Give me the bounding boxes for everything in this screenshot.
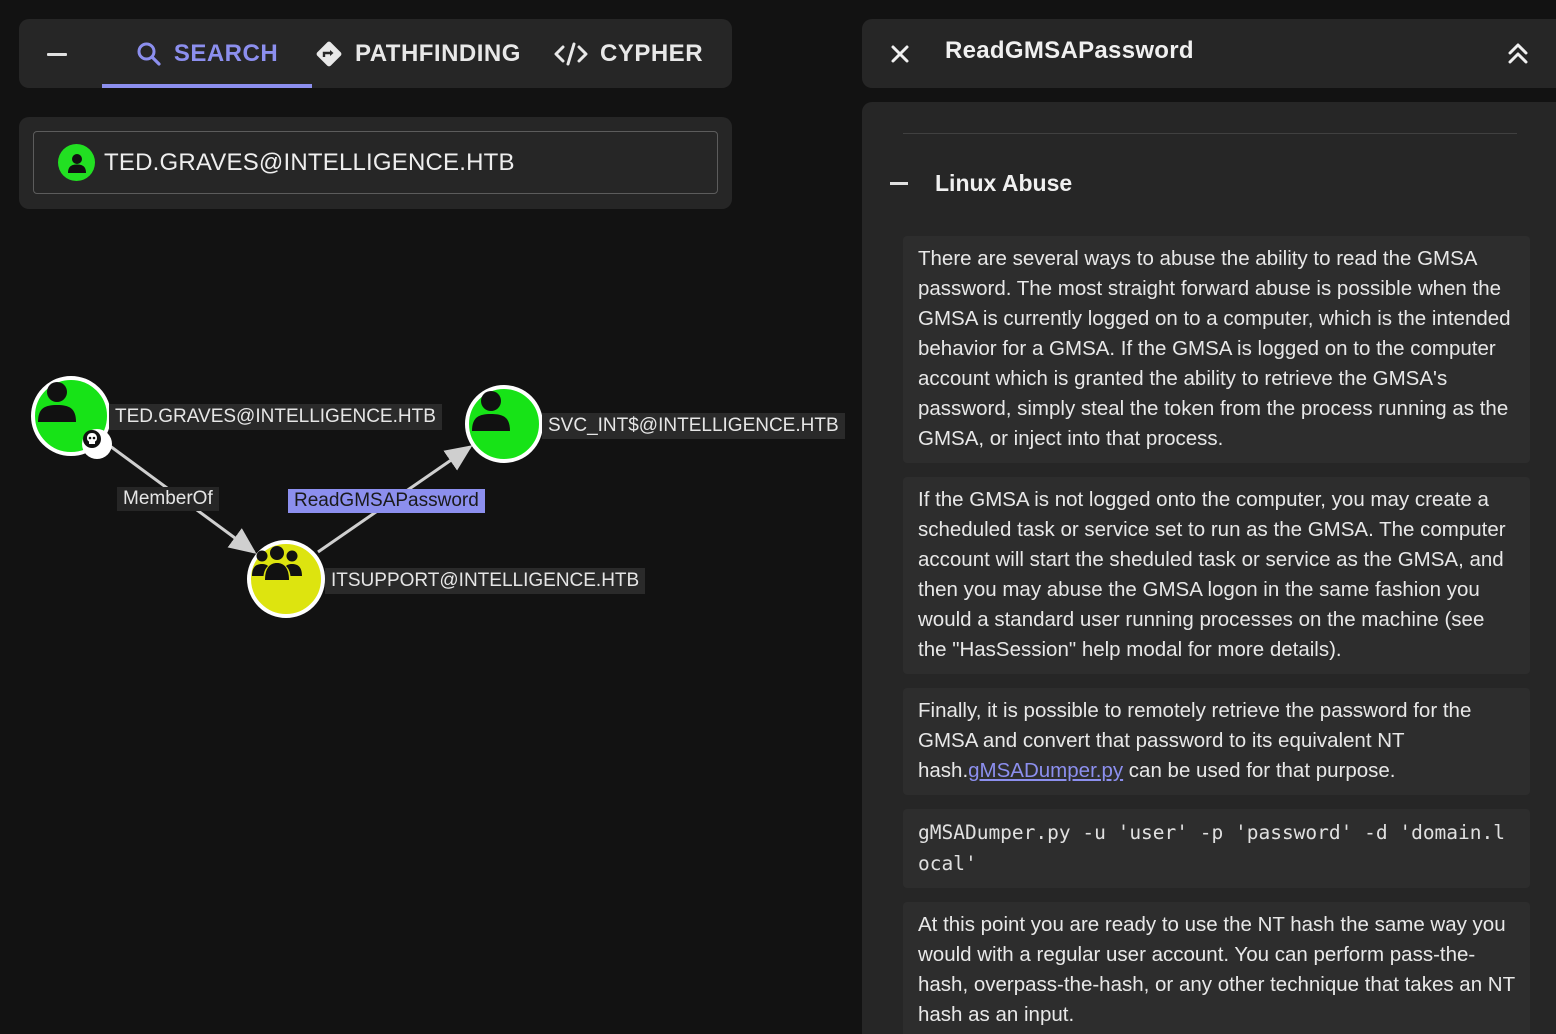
group-icon xyxy=(252,546,302,580)
node-label-svc-int[interactable]: SVC_INT$@INTELLIGENCE.HTB xyxy=(542,413,845,439)
graph-edges xyxy=(109,444,473,554)
node-label-ted-graves[interactable]: TED.GRAVES@INTELLIGENCE.HTB xyxy=(109,404,442,430)
node-label-itsupport[interactable]: ITSUPPORT@INTELLIGENCE.HTB xyxy=(325,568,646,594)
entity-panel-body: Linux Abuse There are several ways to ab… xyxy=(862,102,1556,1034)
paragraph-3: Finally, it is possible to remotely retr… xyxy=(903,688,1530,795)
paragraph-4: At this point you are ready to use the N… xyxy=(903,902,1530,1034)
node-svc-int[interactable] xyxy=(465,385,543,463)
graph-canvas[interactable]: TED.GRAVES@INTELLIGENCE.HTB SVC_INT$@INT… xyxy=(0,220,850,1034)
tab-search-label: SEARCH xyxy=(173,39,279,67)
tab-cypher[interactable]: CYPHER xyxy=(554,19,703,88)
collapse-section-icon xyxy=(890,182,908,185)
user-icon xyxy=(58,144,95,181)
edge-label-memberof[interactable]: MemberOf xyxy=(117,487,219,511)
skull-icon xyxy=(82,429,112,459)
collapse-search-button[interactable] xyxy=(43,41,71,67)
tab-search[interactable]: SEARCH xyxy=(102,19,312,88)
section-content: There are several ways to abuse the abil… xyxy=(903,236,1530,1034)
user-icon xyxy=(38,382,76,422)
section-linux-abuse-toggle[interactable]: Linux Abuse xyxy=(890,170,1072,197)
close-icon[interactable] xyxy=(887,41,913,67)
tab-pathfinding[interactable]: PATHFINDING xyxy=(315,19,521,88)
tab-pathfinding-label: PATHFINDING xyxy=(355,39,521,67)
search-panel: TED.GRAVES@INTELLIGENCE.HTB xyxy=(19,117,732,209)
gmsadumper-link[interactable]: gMSADumper.py xyxy=(968,759,1123,782)
panel-title: ReadGMSAPassword xyxy=(945,37,1194,64)
paragraph-1: There are several ways to abuse the abil… xyxy=(903,236,1530,463)
paragraph-2: If the GMSA is not logged onto the compu… xyxy=(903,477,1530,674)
edge-label-readgmsapassword[interactable]: ReadGMSAPassword xyxy=(288,489,485,513)
collapse-icon xyxy=(47,52,67,56)
code-block[interactable]: gMSADumper.py -u 'user' -p 'password' -d… xyxy=(903,809,1530,888)
user-icon xyxy=(472,391,510,431)
active-tab-indicator xyxy=(102,84,312,88)
code-icon xyxy=(554,42,588,65)
search-input[interactable]: TED.GRAVES@INTELLIGENCE.HTB xyxy=(33,131,718,194)
search-icon xyxy=(137,42,161,66)
search-tabs-panel: SEARCH PATHFINDING CYPHER xyxy=(19,19,732,88)
paragraph-3-tail: can be used for that purpose. xyxy=(1123,759,1396,782)
section-title: Linux Abuse xyxy=(935,170,1073,196)
node-itsupport[interactable] xyxy=(247,540,325,618)
search-input-value: TED.GRAVES@INTELLIGENCE.HTB xyxy=(104,148,515,176)
chevron-double-up-icon[interactable] xyxy=(1505,41,1531,67)
entity-panel-header: ReadGMSAPassword xyxy=(862,19,1556,88)
pathfinding-icon xyxy=(316,41,342,66)
tab-cypher-label: CYPHER xyxy=(600,39,704,67)
divider xyxy=(903,133,1517,134)
